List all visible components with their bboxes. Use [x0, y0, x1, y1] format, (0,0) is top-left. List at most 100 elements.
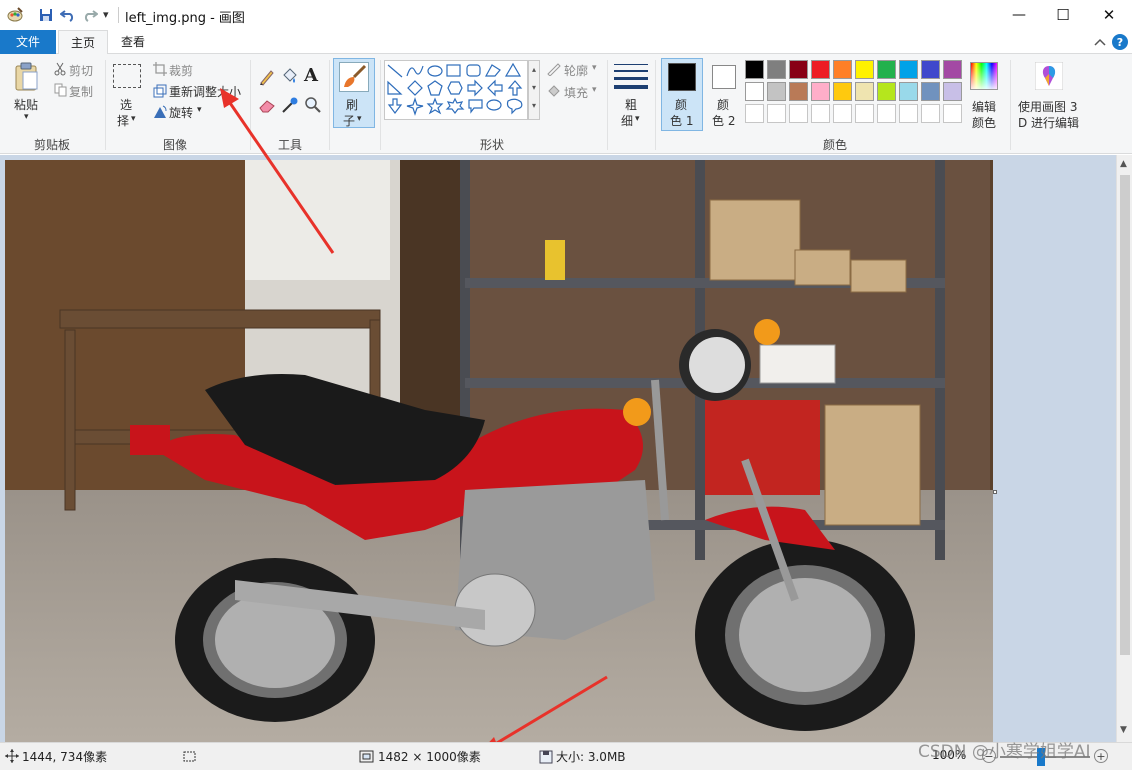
select-button-line2[interactable]: 择: [117, 112, 129, 129]
palette-custom-swatch[interactable]: [767, 104, 786, 123]
text-tool-icon[interactable]: A: [304, 65, 318, 86]
size-button-line2[interactable]: 细: [621, 112, 633, 129]
size-dropdown-icon[interactable]: ▾: [635, 114, 640, 124]
undo-icon[interactable]: [60, 7, 76, 23]
copy-button[interactable]: 复制: [69, 83, 93, 100]
fill-dropdown-icon[interactable]: ▾: [592, 85, 597, 95]
group-divider: [329, 60, 330, 150]
fill-bucket-icon[interactable]: [280, 67, 298, 85]
crop-button[interactable]: 裁剪: [169, 62, 193, 79]
outline-icon: [546, 62, 562, 77]
zoom-in-button[interactable]: +: [1094, 749, 1108, 763]
select-icon[interactable]: [113, 64, 141, 88]
palette-color-swatch[interactable]: [899, 82, 918, 101]
rotate-dropdown-icon[interactable]: ▾: [197, 105, 202, 115]
edit-colors-icon[interactable]: [970, 62, 998, 90]
tab-file[interactable]: 文件: [0, 30, 56, 54]
shapes-scrollbar[interactable]: ▴ ▾ ▾: [528, 60, 540, 120]
quick-access-dropdown[interactable]: ▾: [103, 8, 109, 21]
edit-colors-button-line2[interactable]: 颜色: [972, 114, 996, 131]
palette-custom-swatch[interactable]: [811, 104, 830, 123]
canvas-area[interactable]: [0, 155, 1116, 742]
fill-button[interactable]: 填充: [564, 84, 588, 101]
brushes-label-line2[interactable]: 子: [343, 112, 355, 129]
eraser-icon[interactable]: [258, 96, 276, 114]
collapse-ribbon-icon[interactable]: [1092, 34, 1108, 50]
magnifier-icon[interactable]: [304, 96, 322, 114]
palette-color-swatch[interactable]: [745, 60, 764, 79]
palette-color-swatch[interactable]: [855, 82, 874, 101]
pencil-icon[interactable]: [258, 68, 276, 86]
scroll-thumb[interactable]: [1120, 175, 1130, 655]
title-bar: ▾ left_img.png - 画图 — ☐ ✕: [0, 0, 1132, 30]
paste-dropdown-icon[interactable]: ▾: [24, 112, 29, 122]
ribbon-tabs: 文件 主页 查看 ?: [0, 30, 1132, 55]
paint3d-button-line2[interactable]: D 进行编辑: [1018, 114, 1079, 131]
image-canvas[interactable]: [5, 160, 993, 742]
palette-custom-swatch[interactable]: [855, 104, 874, 123]
edit-colors-button[interactable]: 编辑: [972, 98, 996, 115]
brushes-dropdown-icon[interactable]: ▾: [357, 114, 362, 124]
palette-color-swatch[interactable]: [943, 60, 962, 79]
palette-color-swatch[interactable]: [899, 60, 918, 79]
size-icon[interactable]: [614, 62, 648, 90]
shapes-gallery[interactable]: [384, 60, 528, 120]
canvas-resize-handle[interactable]: [993, 490, 997, 494]
palette-color-swatch[interactable]: [833, 82, 852, 101]
cut-button[interactable]: 剪切: [69, 62, 93, 79]
outline-dropdown-icon[interactable]: ▾: [592, 63, 597, 73]
palette-color-swatch[interactable]: [877, 60, 896, 79]
palette-color-swatch[interactable]: [855, 60, 874, 79]
paint3d-icon[interactable]: [1034, 61, 1064, 91]
color-picker-icon[interactable]: [281, 96, 299, 114]
palette-custom-swatch[interactable]: [833, 104, 852, 123]
vertical-scrollbar[interactable]: ▲ ▼: [1116, 155, 1132, 742]
palette-custom-swatch[interactable]: [745, 104, 764, 123]
minimize-button[interactable]: —: [996, 0, 1042, 30]
palette-custom-swatch[interactable]: [877, 104, 896, 123]
palette-custom-swatch[interactable]: [899, 104, 918, 123]
paste-button[interactable]: 粘贴: [14, 96, 38, 113]
resize-button[interactable]: 重新调整大小: [169, 83, 241, 100]
palette-color-swatch[interactable]: [921, 60, 940, 79]
color2-swatch[interactable]: [712, 65, 736, 89]
crop-icon: [153, 62, 167, 76]
palette-color-swatch[interactable]: [745, 82, 764, 101]
close-button[interactable]: ✕: [1086, 0, 1132, 30]
size-button[interactable]: 粗: [625, 96, 637, 113]
palette-color-swatch[interactable]: [811, 60, 830, 79]
tab-view[interactable]: 查看: [110, 30, 156, 54]
scroll-up-icon[interactable]: ▲: [1120, 159, 1127, 169]
outline-button[interactable]: 轮廓: [564, 62, 588, 79]
paste-icon[interactable]: [14, 62, 40, 92]
copy-icon: [54, 83, 67, 97]
color1-label-line2: 色 1: [670, 114, 694, 128]
palette-color-swatch[interactable]: [811, 82, 830, 101]
color2-label[interactable]: 颜: [717, 96, 729, 113]
brushes-label[interactable]: 刷: [346, 96, 358, 113]
palette-color-swatch[interactable]: [789, 82, 808, 101]
palette-custom-swatch[interactable]: [943, 104, 962, 123]
paint3d-button[interactable]: 使用画图 3: [1018, 98, 1077, 115]
scroll-down-icon[interactable]: ▼: [1120, 725, 1127, 735]
rotate-button[interactable]: 旋转: [169, 104, 193, 121]
palette-color-swatch[interactable]: [943, 82, 962, 101]
palette-custom-swatch[interactable]: [921, 104, 940, 123]
palette-color-swatch[interactable]: [921, 82, 940, 101]
palette-color-swatch[interactable]: [789, 60, 808, 79]
group-divider: [105, 60, 106, 150]
palette-custom-swatch[interactable]: [789, 104, 808, 123]
maximize-button[interactable]: ☐: [1040, 0, 1086, 30]
image-size-icon: [359, 750, 375, 763]
palette-color-swatch[interactable]: [877, 82, 896, 101]
palette-color-swatch[interactable]: [767, 82, 786, 101]
palette-color-swatch[interactable]: [833, 60, 852, 79]
select-button[interactable]: 选: [120, 96, 132, 113]
help-icon[interactable]: ?: [1112, 34, 1128, 50]
tab-home[interactable]: 主页: [58, 30, 108, 55]
select-dropdown-icon[interactable]: ▾: [131, 114, 136, 124]
color2-label-line2[interactable]: 色 2: [712, 112, 735, 129]
save-icon[interactable]: [38, 7, 54, 23]
redo-icon[interactable]: [82, 7, 98, 23]
palette-color-swatch[interactable]: [767, 60, 786, 79]
